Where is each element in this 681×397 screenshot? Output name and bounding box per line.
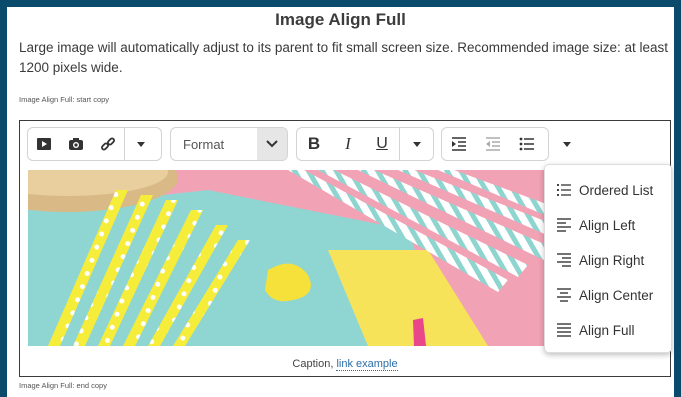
format-select-toggle[interactable] bbox=[256, 128, 287, 160]
page-title: Image Align Full bbox=[275, 10, 406, 29]
paragraph-more-dropdown[interactable] bbox=[554, 128, 580, 160]
underline-button[interactable]: U bbox=[365, 128, 399, 160]
menu-item-label: Align Left bbox=[579, 217, 636, 233]
align-center-icon bbox=[557, 288, 571, 302]
page: Image Align Full Large image will automa… bbox=[7, 7, 674, 397]
ordered-list-icon bbox=[557, 184, 571, 196]
menu-item-label: Align Right bbox=[579, 252, 645, 268]
italic-button[interactable]: I bbox=[331, 128, 365, 160]
paragraph-dropdown-menu: Ordered List Align Left Align Right Alig… bbox=[544, 164, 672, 353]
caption-link[interactable]: link example bbox=[336, 358, 398, 371]
menu-item-align-full[interactable]: Align Full bbox=[545, 313, 671, 347]
outdent-button[interactable] bbox=[476, 128, 510, 160]
menu-item-align-left[interactable]: Align Left bbox=[545, 208, 671, 242]
outdent-icon bbox=[486, 137, 500, 151]
media-button-group bbox=[27, 127, 162, 161]
menu-item-label: Align Center bbox=[579, 287, 654, 303]
format-select[interactable]: Format bbox=[170, 127, 288, 161]
bullet-list-icon bbox=[519, 137, 534, 151]
indent-icon bbox=[452, 137, 466, 151]
editor-toolbar: Format B I U bbox=[20, 121, 670, 169]
link-icon bbox=[101, 137, 115, 151]
align-left-icon bbox=[557, 218, 571, 232]
media-more-dropdown[interactable] bbox=[125, 128, 157, 160]
copy-end-label: Image Align Full: end copy bbox=[19, 381, 107, 390]
align-full-icon bbox=[557, 323, 571, 337]
insert-link-button[interactable] bbox=[92, 128, 124, 160]
caret-down-icon bbox=[563, 141, 571, 147]
video-icon bbox=[37, 138, 51, 150]
insert-image-button[interactable] bbox=[60, 128, 92, 160]
align-right-icon bbox=[557, 253, 571, 267]
insert-video-button[interactable] bbox=[28, 128, 60, 160]
format-select-label: Format bbox=[183, 136, 225, 152]
bold-button[interactable]: B bbox=[297, 128, 331, 160]
menu-item-ordered-list[interactable]: Ordered List bbox=[545, 173, 671, 207]
caption-text: Caption, bbox=[292, 358, 337, 370]
camera-icon bbox=[69, 138, 83, 150]
chevron-down-icon bbox=[266, 140, 278, 148]
text-style-more-dropdown[interactable] bbox=[400, 128, 433, 160]
caret-down-icon bbox=[412, 141, 421, 147]
indent-button[interactable] bbox=[442, 128, 476, 160]
image-caption: Caption, link example bbox=[20, 358, 670, 371]
menu-item-align-right[interactable]: Align Right bbox=[545, 243, 671, 277]
text-style-group: B I U bbox=[296, 127, 434, 161]
bullet-list-button[interactable] bbox=[510, 128, 544, 160]
menu-item-align-center[interactable]: Align Center bbox=[545, 278, 671, 312]
menu-item-label: Ordered List bbox=[579, 182, 654, 198]
copy-start-label: Image Align Full: start copy bbox=[19, 95, 110, 104]
menu-item-label: Align Full bbox=[579, 322, 635, 338]
caret-down-icon bbox=[137, 141, 145, 147]
paragraph-group bbox=[441, 127, 549, 161]
page-description: Large image will automatically adjust to… bbox=[19, 40, 669, 75]
